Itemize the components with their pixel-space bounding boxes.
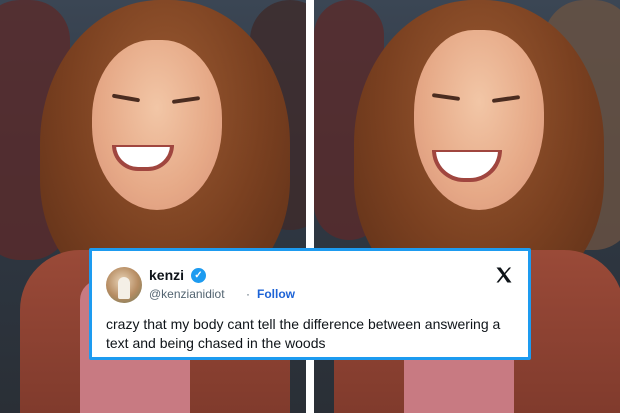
avatar-figure: [118, 277, 130, 299]
tweet-card: kenzi ✓ @kenzianidiot · Follow crazy tha…: [89, 248, 531, 360]
follow-link[interactable]: Follow: [257, 287, 295, 301]
verified-badge-icon: ✓: [191, 268, 206, 283]
display-name[interactable]: kenzi: [149, 267, 184, 283]
x-logo-icon[interactable]: [494, 265, 514, 285]
tweet-text: crazy that my body cant tell the differe…: [106, 316, 501, 351]
face: [92, 40, 222, 210]
avatar[interactable]: [106, 267, 142, 303]
separator-dot: ·: [246, 287, 250, 301]
user-handle[interactable]: @kenzianidiot: [149, 287, 225, 301]
face: [414, 30, 544, 210]
